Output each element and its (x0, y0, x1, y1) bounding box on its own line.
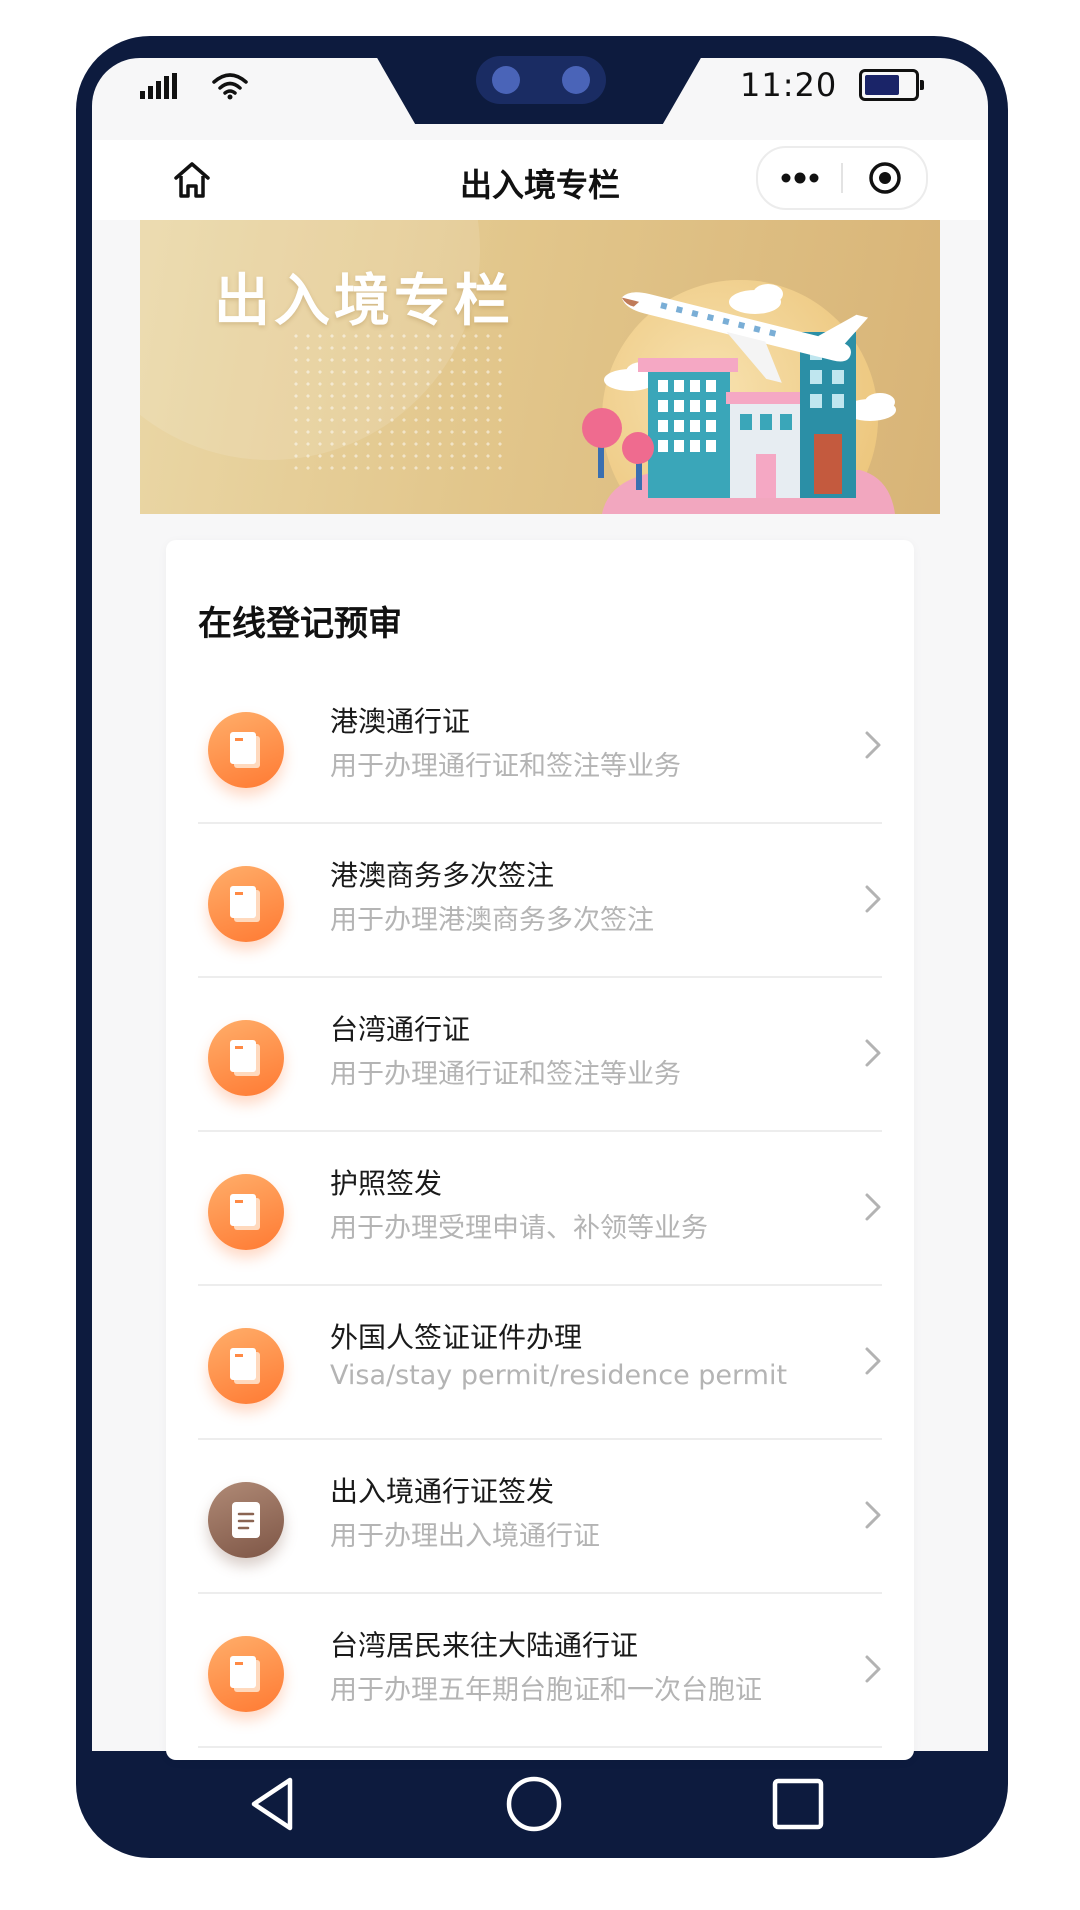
banner[interactable]: 出入境专栏 (140, 220, 940, 514)
passport-icon (208, 1328, 284, 1404)
wifi-icon (212, 73, 248, 100)
chevron-right-icon (865, 731, 881, 759)
close-miniprogram-button[interactable] (843, 148, 926, 208)
list-item-passport[interactable]: 护照签发 用于办理受理申请、补领等业务 (198, 1132, 882, 1286)
list-item-title: 台湾居民来往大陆通行证 (330, 1629, 639, 1662)
chevron-right-icon (865, 1039, 881, 1067)
navbar: 出入境专栏 (92, 140, 988, 220)
list-item-desc: 用于办理受理申请、补领等业务 (330, 1213, 708, 1244)
list-item-desc: 用于办理通行证和签注等业务 (330, 751, 681, 782)
list-item-taiwan-resident-pass[interactable]: 台湾居民来往大陆通行证 用于办理五年期台胞证和一次台胞证 (198, 1594, 882, 1748)
list-item-title: 港澳通行证 (330, 705, 471, 738)
camera-icon (476, 56, 606, 104)
status-time: 11:20 (740, 66, 838, 104)
banner-dot-pattern (290, 330, 510, 470)
passport-icon (208, 1020, 284, 1096)
passport-icon (208, 1174, 284, 1250)
document-icon (208, 1482, 284, 1558)
registration-card: 在线登记预审 港澳通行证 用于办理通行证和签注等业务 港澳商务多次签注 用于办理… (166, 540, 914, 1760)
system-nav-bar (76, 1752, 1008, 1858)
passport-icon (208, 712, 284, 788)
chevron-right-icon (865, 1655, 881, 1683)
list-item-taiwan-pass[interactable]: 台湾通行证 用于办理通行证和签注等业务 (198, 978, 882, 1132)
service-list: 港澳通行证 用于办理通行证和签注等业务 港澳商务多次签注 用于办理港澳商务多次签… (198, 670, 882, 1748)
list-item-gangao-business-visa[interactable]: 港澳商务多次签注 用于办理港澳商务多次签注 (198, 824, 882, 978)
status-bar-right: 11:20 (740, 66, 925, 104)
airplane-city-illustration (582, 280, 896, 514)
list-item-title: 台湾通行证 (330, 1013, 471, 1046)
list-item-exit-entry-pass[interactable]: 出入境通行证签发 用于办理出入境通行证 (198, 1440, 882, 1594)
list-item-foreigner-visa[interactable]: 外国人签证证件办理 Visa/stay permit/residence per… (198, 1286, 882, 1440)
list-item-gangao-pass[interactable]: 港澳通行证 用于办理通行证和签注等业务 (198, 670, 882, 824)
back-icon[interactable] (246, 1774, 302, 1834)
chevron-right-icon (865, 1193, 881, 1221)
more-icon (781, 172, 818, 184)
more-button[interactable] (758, 148, 841, 208)
status-bar-left (140, 72, 248, 100)
home-circle-icon[interactable] (504, 1774, 564, 1834)
list-item-title: 护照签发 (330, 1167, 443, 1200)
close-miniprogram-icon (868, 162, 901, 194)
list-item-desc: Visa/stay permit/residence permit (330, 1360, 788, 1391)
passport-icon (208, 866, 284, 942)
chevron-right-icon (865, 1501, 881, 1529)
list-item-desc: 用于办理通行证和签注等业务 (330, 1059, 681, 1090)
list-item-title: 外国人签证证件办理 (330, 1321, 583, 1354)
battery-icon (859, 69, 925, 101)
list-item-desc: 用于办理出入境通行证 (330, 1521, 600, 1552)
section-title: 在线登记预审 (198, 604, 402, 644)
list-item-title: 港澳商务多次签注 (330, 859, 555, 892)
list-item-title: 出入境通行证签发 (330, 1475, 555, 1508)
banner-title: 出入境专栏 (214, 269, 514, 334)
chevron-right-icon (865, 885, 881, 913)
recent-apps-icon[interactable] (770, 1774, 826, 1834)
capsule-menu (756, 146, 928, 210)
list-item-desc: 用于办理港澳商务多次签注 (330, 905, 654, 936)
list-item-desc: 用于办理五年期台胞证和一次台胞证 (330, 1675, 762, 1706)
passport-icon (208, 1636, 284, 1712)
chevron-right-icon (865, 1347, 881, 1375)
signal-icon (140, 73, 177, 99)
